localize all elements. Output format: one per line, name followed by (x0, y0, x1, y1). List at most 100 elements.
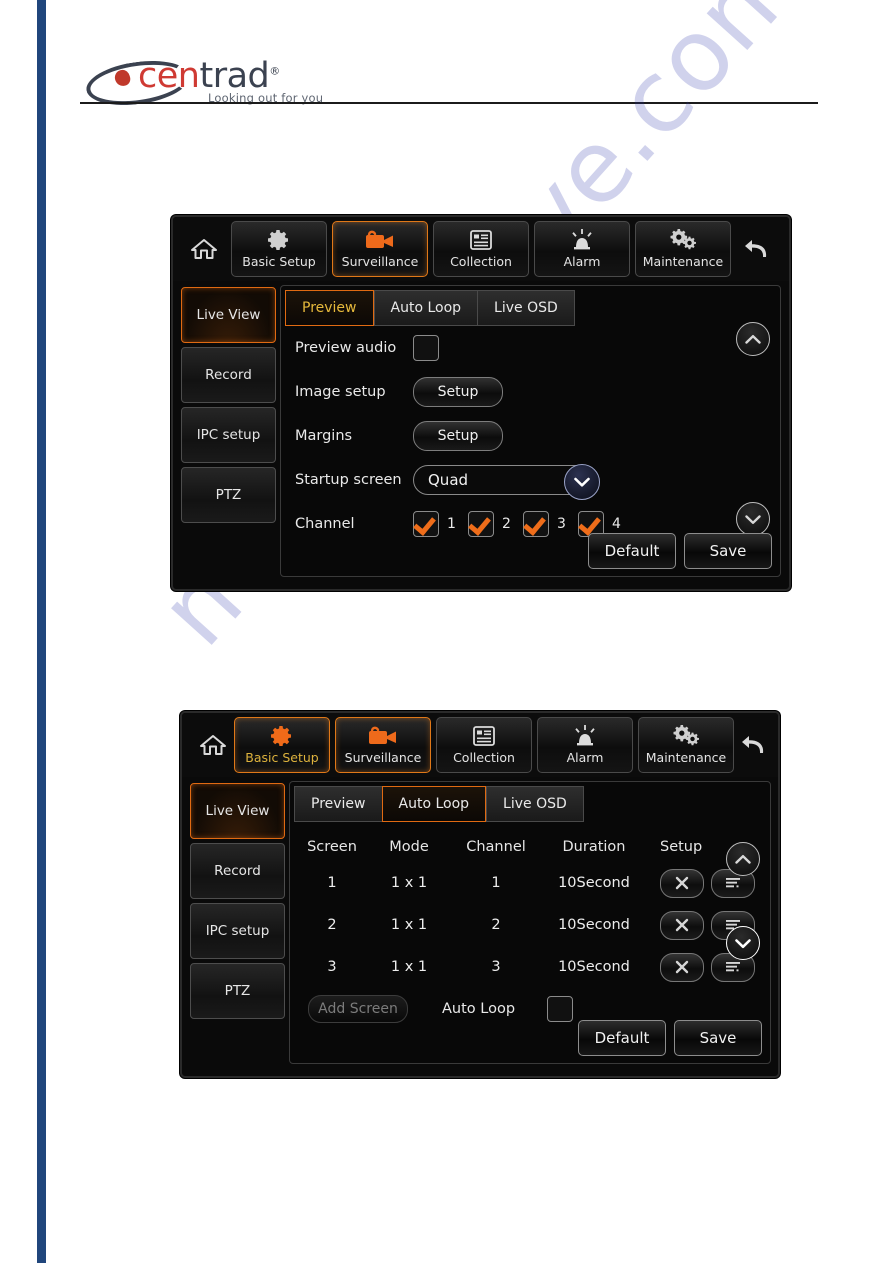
checkbox-preview-audio[interactable] (413, 335, 439, 361)
default-button-label-bottom: Default (594, 1029, 650, 1047)
logo-wordmark: centrad® (138, 56, 280, 96)
nav-item-alarm[interactable]: Alarm (534, 221, 630, 277)
sidebar-item-ipc-setup[interactable]: IPC setup (181, 407, 276, 463)
gear-icon (270, 723, 294, 749)
header-duration: Duration (562, 839, 626, 855)
nav-label-basic-setup: Basic Setup (245, 750, 319, 765)
channel-number-1: 1 (447, 516, 456, 532)
nav-label-basic-setup: Basic Setup (242, 254, 316, 269)
nav-item-basic-setup-bottom[interactable]: Basic Setup (234, 717, 330, 773)
header-divider (80, 102, 818, 104)
margins-setup-button[interactable]: Setup (413, 421, 503, 451)
home-button[interactable] (183, 237, 225, 261)
nav-item-collection[interactable]: Collection (433, 221, 529, 277)
startup-screen-select[interactable]: Quad (413, 464, 600, 500)
default-button-label-top: Default (604, 542, 660, 560)
sidebar-item-record[interactable]: Record (181, 347, 276, 403)
nav-item-surveillance-bottom[interactable]: Surveillance (335, 717, 431, 773)
sidebar-bottom: Live View Record IPC setup PTZ (190, 781, 285, 1064)
close-icon (675, 918, 689, 932)
save-button-label-top: Save (709, 542, 747, 560)
tab-live-osd-bottom[interactable]: Live OSD (486, 786, 584, 822)
tab-label-auto-loop: Auto Loop (398, 796, 470, 812)
auto-loop-label: Auto Loop (442, 1001, 516, 1017)
scroll-up-button-bottom[interactable] (726, 842, 760, 876)
default-button-bottom[interactable]: Default (578, 1020, 666, 1056)
panel-body-bottom: Live View Record IPC setup PTZ Preview A… (182, 777, 778, 1072)
home-button-bottom[interactable] (192, 733, 234, 757)
back-arrow-icon (745, 240, 767, 257)
tab-preview[interactable]: Preview (285, 290, 374, 326)
sidebar-item-ipc-setup-bottom[interactable]: IPC setup (190, 903, 285, 959)
checkbox-channel-3[interactable] (523, 511, 549, 537)
close-icon (675, 876, 689, 890)
channel-item-1: 1 (413, 511, 461, 537)
tab-label-live-osd: Live OSD (494, 300, 558, 316)
auto-loop-table: Screen Mode Channel Duration Setup 1 1 x… (290, 822, 770, 988)
tab-auto-loop[interactable]: Auto Loop (373, 290, 478, 326)
sidebar-label-ipc-setup: IPC setup (196, 427, 261, 443)
startup-screen-value: Quad (428, 471, 469, 489)
tab-label-preview: Preview (302, 300, 357, 316)
sidebar-label-live-view: Live View (205, 803, 270, 819)
nav-item-maintenance[interactable]: Maintenance (635, 221, 731, 277)
table-row: 3 1 x 1 3 10Second (296, 946, 770, 988)
nav-item-basic-setup[interactable]: Basic Setup (231, 221, 327, 277)
tab-preview-bottom[interactable]: Preview (294, 786, 382, 822)
default-button-top[interactable]: Default (588, 533, 676, 569)
delete-row-button[interactable] (660, 868, 704, 898)
delete-row-button[interactable] (660, 910, 704, 940)
chevron-down-icon[interactable] (564, 464, 600, 500)
add-screen-button-label: Add Screen (318, 1001, 398, 1017)
gears-icon (669, 227, 697, 253)
document-list-icon (469, 227, 493, 253)
sidebar-item-ptz-bottom[interactable]: PTZ (190, 963, 285, 1019)
sidebar-top: Live View Record IPC setup PTZ (181, 285, 276, 577)
image-setup-button[interactable]: Setup (413, 377, 503, 407)
list-lines-icon (726, 962, 740, 972)
gears-icon (672, 723, 700, 749)
tab-live-osd[interactable]: Live OSD (477, 290, 575, 326)
checkbox-channel-1[interactable] (413, 511, 439, 537)
top-nav-bar: Basic Setup Surveillance Collection Alar… (173, 217, 789, 281)
label-preview-audio: Preview audio (295, 340, 397, 356)
panel-body-top: Live View Record IPC setup PTZ Preview A… (173, 281, 789, 585)
nav-label-alarm: Alarm (566, 750, 604, 765)
image-setup-button-label: Setup (437, 384, 479, 400)
cell-channel: 1 (491, 875, 501, 891)
siren-icon (569, 227, 595, 253)
save-button-bottom[interactable]: Save (674, 1020, 762, 1056)
logo-word-second: trad (199, 56, 270, 96)
content-panel-bottom: Preview Auto Loop Live OSD Screen Mode C… (289, 781, 771, 1064)
sidebar-item-record-bottom[interactable]: Record (190, 843, 285, 899)
nav-item-alarm-bottom[interactable]: Alarm (537, 717, 633, 773)
cell-channel: 2 (491, 917, 501, 933)
row-image-setup: Image setup Setup (281, 370, 780, 414)
save-button-label-bottom: Save (699, 1029, 737, 1047)
sidebar-item-live-view[interactable]: Live View (181, 287, 276, 343)
sidebar-item-live-view-bottom[interactable]: Live View (190, 783, 285, 839)
tab-auto-loop-bottom[interactable]: Auto Loop (381, 786, 487, 822)
back-button-bottom[interactable] (734, 733, 776, 757)
channel-item-2: 2 (468, 511, 516, 537)
scroll-down-button-top[interactable] (736, 502, 770, 536)
label-image-setup: Image setup (295, 384, 386, 400)
nav-item-maintenance-bottom[interactable]: Maintenance (638, 717, 734, 773)
footer-buttons-top: Default Save (588, 533, 772, 569)
checkbox-auto-loop[interactable] (547, 996, 574, 1022)
nav-label-alarm: Alarm (563, 254, 601, 269)
row-startup-screen: Startup screen Quad (281, 458, 780, 502)
sidebar-item-ptz[interactable]: PTZ (181, 467, 276, 523)
back-button[interactable] (737, 237, 779, 261)
scroll-up-button-top[interactable] (736, 322, 770, 356)
cell-duration: 10Second (558, 917, 630, 933)
nav-item-collection-bottom[interactable]: Collection (436, 717, 532, 773)
save-button-top[interactable]: Save (684, 533, 772, 569)
delete-row-button[interactable] (660, 952, 704, 982)
scroll-down-button-bottom[interactable] (726, 926, 760, 960)
nav-item-surveillance[interactable]: Surveillance (332, 221, 428, 277)
checkbox-channel-2[interactable] (468, 511, 494, 537)
add-screen-button[interactable]: Add Screen (308, 995, 408, 1023)
dvr-screenshot-preview-tab: Basic Setup Surveillance Collection Alar… (171, 215, 791, 591)
nav-label-collection: Collection (450, 254, 512, 269)
